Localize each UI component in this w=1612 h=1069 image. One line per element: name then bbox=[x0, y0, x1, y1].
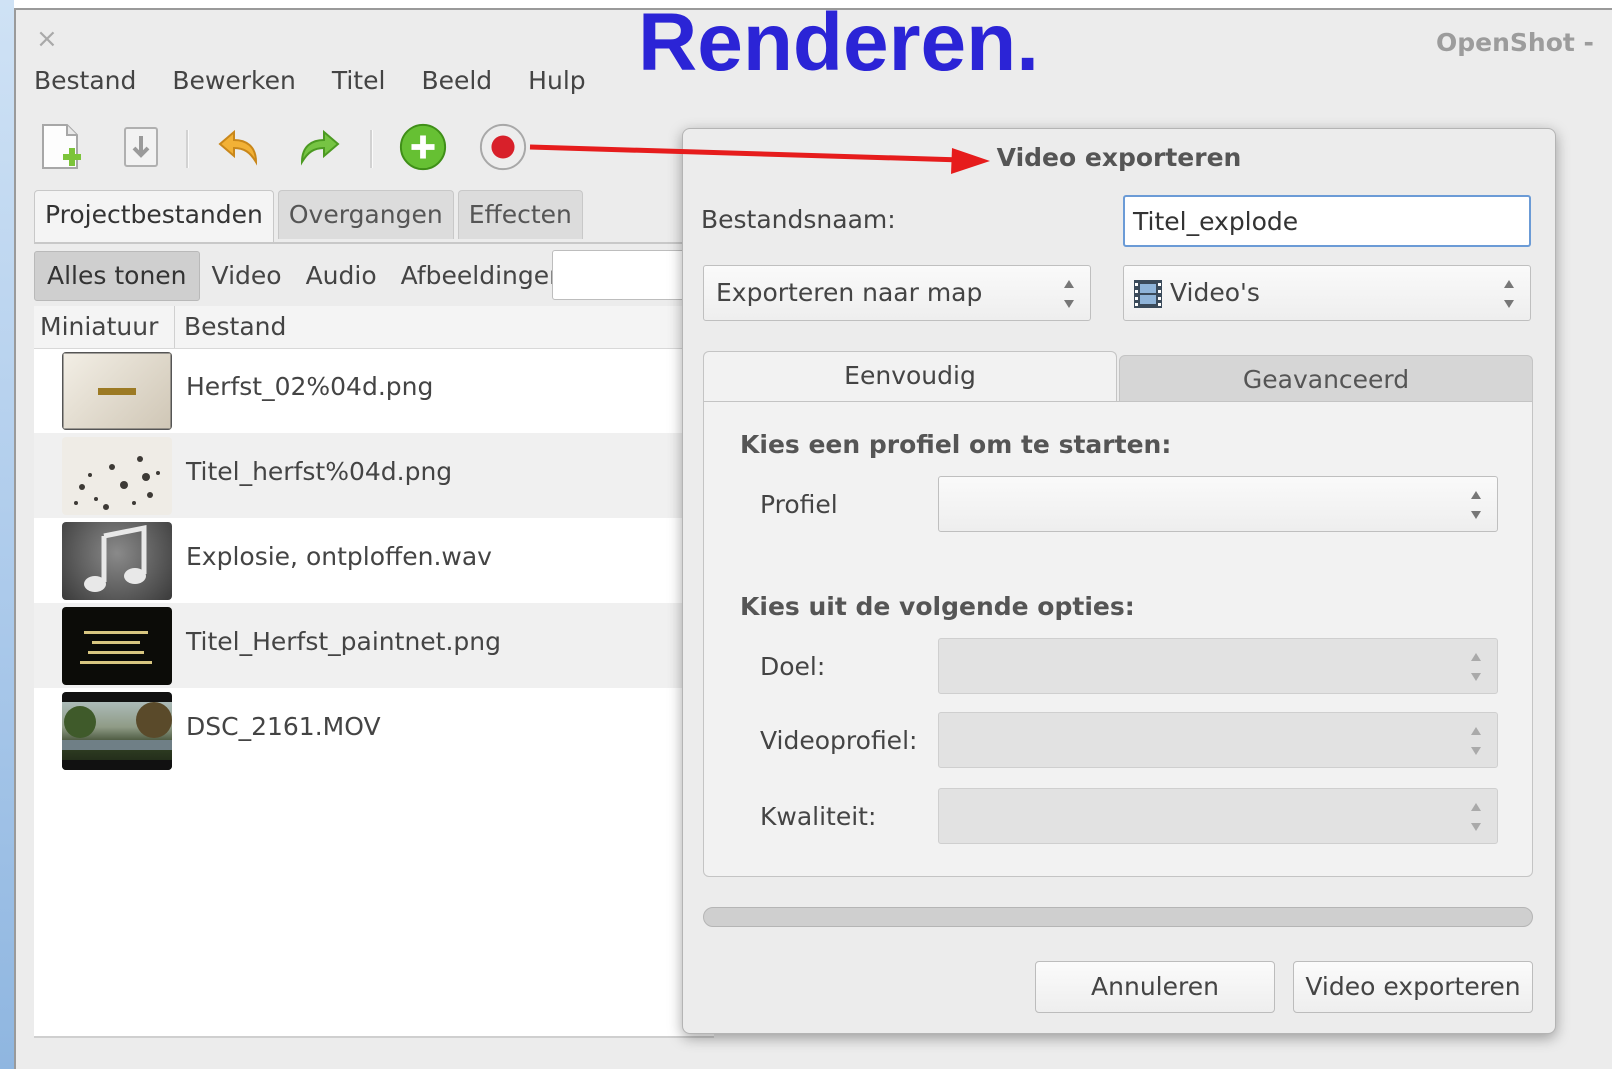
export-progress-bar bbox=[703, 907, 1533, 927]
filter-video[interactable]: Video bbox=[200, 252, 294, 300]
main-window-right-edge bbox=[1554, 240, 1612, 1040]
tab-effecten[interactable]: Effecten bbox=[457, 190, 583, 239]
menu-titel[interactable]: Titel bbox=[314, 66, 404, 95]
videoprofile-label: Videoprofiel: bbox=[760, 726, 918, 755]
undo-icon[interactable] bbox=[214, 122, 264, 172]
column-separator bbox=[174, 306, 175, 348]
new-project-icon[interactable] bbox=[36, 122, 86, 172]
filename-label: Bestandsnaam: bbox=[701, 205, 896, 234]
tab-divider bbox=[34, 242, 714, 244]
target-select[interactable] bbox=[938, 638, 1498, 694]
export-button[interactable]: Video exporteren bbox=[1293, 961, 1533, 1013]
export-tabs: Eenvoudig Geavanceerd bbox=[703, 351, 1533, 403]
filter-all[interactable]: Alles tonen bbox=[34, 251, 200, 301]
folder-select[interactable]: Video's bbox=[1123, 265, 1531, 321]
spin-arrows-icon bbox=[1471, 491, 1481, 519]
file-name: Titel_herfst%04d.png bbox=[186, 457, 453, 486]
project-files-list: Miniatuur Bestand Herfst_02%04d.png Tite… bbox=[34, 306, 714, 1036]
menu-bewerken[interactable]: Bewerken bbox=[154, 66, 313, 95]
desktop-background bbox=[0, 0, 14, 1069]
simple-tab-panel: Kies een profiel om te starten: Profiel … bbox=[703, 401, 1533, 877]
audio-note-thumb bbox=[62, 522, 172, 600]
target-label: Doel: bbox=[760, 652, 826, 681]
section-profile-heading: Kies een profiel om te starten: bbox=[740, 430, 1172, 459]
film-icon bbox=[1134, 280, 1162, 308]
panel-bottom-border bbox=[34, 1036, 714, 1038]
list-item[interactable]: Explosie, ontploffen.wav bbox=[34, 518, 714, 603]
filter-audio[interactable]: Audio bbox=[294, 252, 389, 300]
section-options-heading: Kies uit de volgende opties: bbox=[740, 592, 1135, 621]
file-name: DSC_2161.MOV bbox=[186, 712, 381, 741]
add-icon[interactable] bbox=[398, 122, 448, 172]
file-name: Herfst_02%04d.png bbox=[186, 372, 434, 401]
tab-overgangen[interactable]: Overgangen bbox=[277, 190, 454, 239]
videoprofile-select[interactable] bbox=[938, 712, 1498, 768]
quality-label: Kwaliteit: bbox=[760, 802, 877, 831]
export-mode-select[interactable]: Exporteren naar map bbox=[703, 265, 1091, 321]
spin-arrows-icon bbox=[1471, 727, 1481, 755]
list-item[interactable]: Titel_herfst%04d.png bbox=[34, 433, 714, 518]
menu-bar: Bestand Bewerken Titel Beeld Hulp bbox=[34, 66, 604, 95]
list-item[interactable]: DSC_2161.MOV bbox=[34, 688, 714, 773]
column-file[interactable]: Bestand bbox=[184, 312, 286, 341]
filter-images[interactable]: Afbeeldingen bbox=[389, 252, 577, 300]
filter-bar: Alles tonen Video Audio Afbeeldingen bbox=[34, 250, 577, 302]
spin-arrows-icon bbox=[1471, 653, 1481, 681]
redo-icon[interactable] bbox=[294, 122, 344, 172]
overlay-heading: Renderen. bbox=[638, 0, 1039, 88]
dark-text-thumb bbox=[62, 607, 172, 685]
spin-arrows-icon bbox=[1064, 280, 1074, 308]
list-item[interactable]: Titel_Herfst_paintnet.png bbox=[34, 603, 714, 688]
tab-eenvoudig[interactable]: Eenvoudig bbox=[703, 351, 1117, 403]
file-name: Explosie, ontploffen.wav bbox=[186, 542, 492, 571]
list-item[interactable]: Herfst_02%04d.png bbox=[34, 348, 714, 433]
spin-arrows-icon bbox=[1504, 280, 1514, 308]
tab-geavanceerd[interactable]: Geavanceerd bbox=[1119, 355, 1533, 401]
filename-field[interactable]: Titel_explode bbox=[1123, 195, 1531, 247]
toolbar-separator bbox=[370, 130, 373, 168]
spin-arrows-icon bbox=[1471, 803, 1481, 831]
import-icon[interactable] bbox=[116, 122, 166, 172]
cancel-button[interactable]: Annuleren bbox=[1035, 961, 1275, 1013]
menu-hulp[interactable]: Hulp bbox=[510, 66, 603, 95]
toolbar-separator bbox=[186, 130, 189, 168]
tab-projectbestanden[interactable]: Projectbestanden bbox=[34, 190, 274, 243]
window-title: OpenShot - bbox=[1436, 28, 1594, 57]
left-panel-tabs: Projectbestanden Overgangen Effecten bbox=[34, 190, 587, 243]
export-video-dialog: Video exporteren Bestandsnaam: Titel_exp… bbox=[682, 128, 1556, 1034]
profile-select[interactable] bbox=[938, 476, 1498, 532]
folder-value: Video's bbox=[1170, 278, 1260, 307]
list-header: Miniatuur Bestand bbox=[34, 306, 714, 349]
menu-bestand[interactable]: Bestand bbox=[34, 66, 154, 95]
file-name: Titel_Herfst_paintnet.png bbox=[186, 627, 502, 656]
leaves-thumb bbox=[62, 437, 172, 515]
menu-beeld[interactable]: Beeld bbox=[403, 66, 510, 95]
profile-label: Profiel bbox=[760, 490, 838, 519]
quality-select[interactable] bbox=[938, 788, 1498, 844]
landscape-thumb bbox=[62, 692, 172, 770]
record-icon[interactable] bbox=[478, 122, 528, 172]
export-mode-value: Exporteren naar map bbox=[716, 278, 983, 307]
herfst-title-thumb bbox=[62, 352, 172, 430]
column-thumbnail[interactable]: Miniatuur bbox=[40, 312, 158, 341]
dialog-title: Video exporteren bbox=[996, 143, 1242, 172]
close-icon[interactable]: × bbox=[36, 24, 58, 54]
